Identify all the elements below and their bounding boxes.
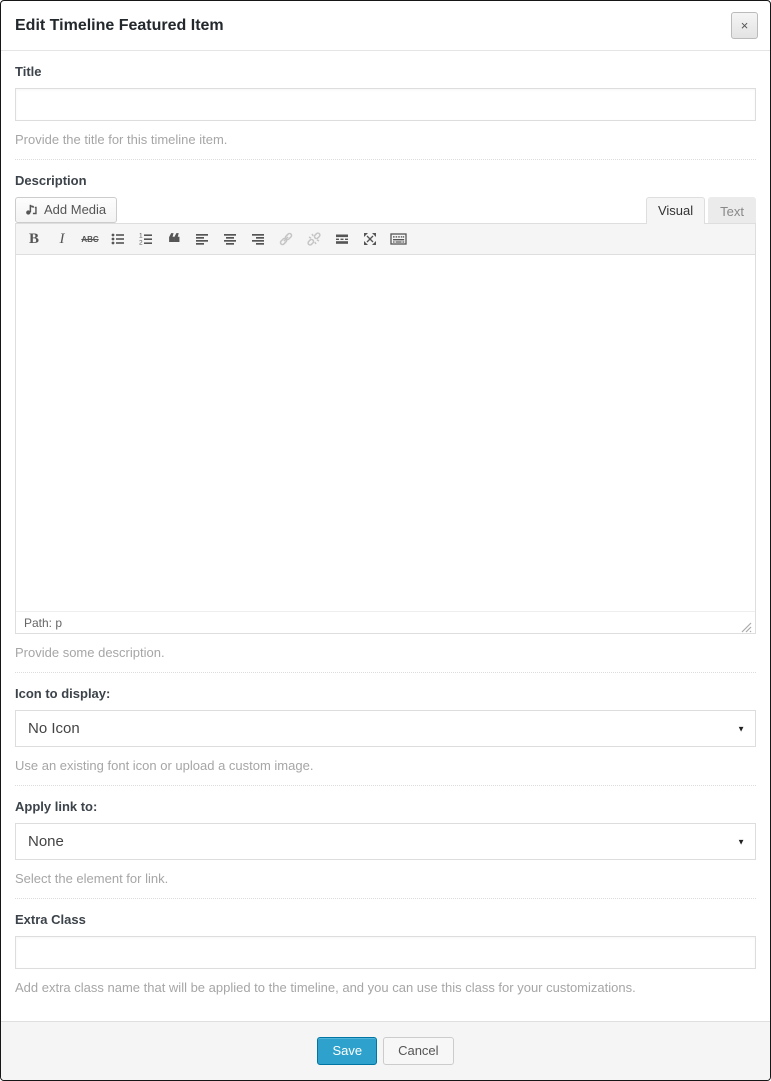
link-label: Apply link to: bbox=[15, 799, 756, 814]
icon-help-text: Use an existing font icon or upload a cu… bbox=[15, 758, 756, 773]
numbered-list-icon: 1 2 bbox=[138, 231, 154, 247]
more-tag-icon bbox=[334, 231, 350, 247]
resize-grip-icon[interactable] bbox=[738, 619, 752, 633]
bulleted-list-icon bbox=[110, 231, 126, 247]
dropdown-arrow-icon: ▼ bbox=[737, 724, 745, 733]
strikethrough-button[interactable]: ABC bbox=[77, 227, 103, 251]
link-select-value: None bbox=[28, 833, 64, 850]
title-input[interactable] bbox=[15, 88, 756, 121]
description-help-text: Provide some description. bbox=[15, 645, 756, 660]
numbered-list-button[interactable]: 1 2 bbox=[133, 227, 159, 251]
icon-label: Icon to display: bbox=[15, 686, 756, 701]
media-buttons-row: Add Media Visual Text bbox=[15, 197, 756, 223]
link-select[interactable]: None ▼ bbox=[15, 823, 756, 860]
edit-timeline-featured-item-modal: Edit Timeline Featured Item × Title Prov… bbox=[0, 0, 771, 1081]
extra-class-help-text: Add extra class name that will be applie… bbox=[15, 980, 756, 995]
svg-text:1: 1 bbox=[139, 232, 143, 239]
link-help-text: Select the element for link. bbox=[15, 871, 756, 886]
add-media-icon bbox=[24, 202, 39, 217]
icon-select-value: No Icon bbox=[28, 720, 80, 737]
align-left-icon bbox=[194, 231, 210, 247]
unlink-icon bbox=[306, 231, 322, 247]
title-field-group: Title Provide the title for this timelin… bbox=[15, 51, 756, 160]
editor-toolbar: B I ABC 1 2 bbox=[16, 224, 755, 255]
modal-footer: Save Cancel bbox=[1, 1021, 770, 1080]
description-field-group: Description Add Media Visual Text bbox=[15, 160, 756, 673]
link-field-group: Apply link to: None ▼ Select the element… bbox=[15, 786, 756, 899]
extra-class-label: Extra Class bbox=[15, 912, 756, 927]
editor-mode-tabs: Visual Text bbox=[646, 197, 756, 223]
bulleted-list-button[interactable] bbox=[105, 227, 131, 251]
blockquote-button[interactable]: ❝ bbox=[161, 227, 187, 251]
title-label: Title bbox=[15, 64, 756, 79]
icon-select[interactable]: No Icon ▼ bbox=[15, 710, 756, 747]
fullscreen-icon bbox=[362, 231, 378, 247]
add-media-label: Add Media bbox=[44, 202, 106, 217]
strikethrough-icon: ABC bbox=[81, 235, 98, 244]
rich-text-editor: B I ABC 1 2 bbox=[15, 223, 756, 634]
link-button[interactable] bbox=[273, 227, 299, 251]
add-media-button[interactable]: Add Media bbox=[15, 197, 117, 223]
extra-class-input[interactable] bbox=[15, 936, 756, 969]
align-center-button[interactable] bbox=[217, 227, 243, 251]
svg-text:2: 2 bbox=[139, 239, 143, 246]
editor-statusbar: Path: p bbox=[16, 611, 755, 633]
align-center-icon bbox=[222, 231, 238, 247]
modal-body: Title Provide the title for this timelin… bbox=[1, 51, 770, 1021]
dropdown-arrow-icon: ▼ bbox=[737, 837, 745, 846]
modal-title: Edit Timeline Featured Item bbox=[15, 17, 224, 35]
align-right-icon bbox=[250, 231, 266, 247]
unlink-button[interactable] bbox=[301, 227, 327, 251]
bold-button[interactable]: B bbox=[21, 227, 47, 251]
blockquote-icon: ❝ bbox=[168, 229, 181, 249]
italic-button[interactable]: I bbox=[49, 227, 75, 251]
tab-text[interactable]: Text bbox=[708, 197, 756, 223]
italic-icon: I bbox=[60, 231, 65, 248]
fullscreen-button[interactable] bbox=[357, 227, 383, 251]
link-icon bbox=[278, 231, 294, 247]
title-help-text: Provide the title for this timeline item… bbox=[15, 132, 756, 147]
more-tag-button[interactable] bbox=[329, 227, 355, 251]
close-button[interactable]: × bbox=[731, 12, 758, 39]
editor-content-area[interactable] bbox=[16, 255, 755, 611]
icon-field-group: Icon to display: No Icon ▼ Use an existi… bbox=[15, 673, 756, 786]
align-right-button[interactable] bbox=[245, 227, 271, 251]
toolbar-toggle-icon bbox=[390, 231, 407, 247]
cancel-button[interactable]: Cancel bbox=[383, 1037, 453, 1065]
close-icon: × bbox=[741, 18, 749, 33]
tab-visual[interactable]: Visual bbox=[646, 197, 705, 224]
bold-icon: B bbox=[29, 231, 39, 248]
description-label: Description bbox=[15, 173, 756, 188]
extra-class-field-group: Extra Class Add extra class name that wi… bbox=[15, 899, 756, 1007]
align-left-button[interactable] bbox=[189, 227, 215, 251]
save-button[interactable]: Save bbox=[317, 1037, 377, 1065]
toolbar-toggle-button[interactable] bbox=[385, 227, 411, 251]
modal-header: Edit Timeline Featured Item × bbox=[1, 1, 770, 51]
editor-path-status: Path: p bbox=[24, 616, 62, 630]
